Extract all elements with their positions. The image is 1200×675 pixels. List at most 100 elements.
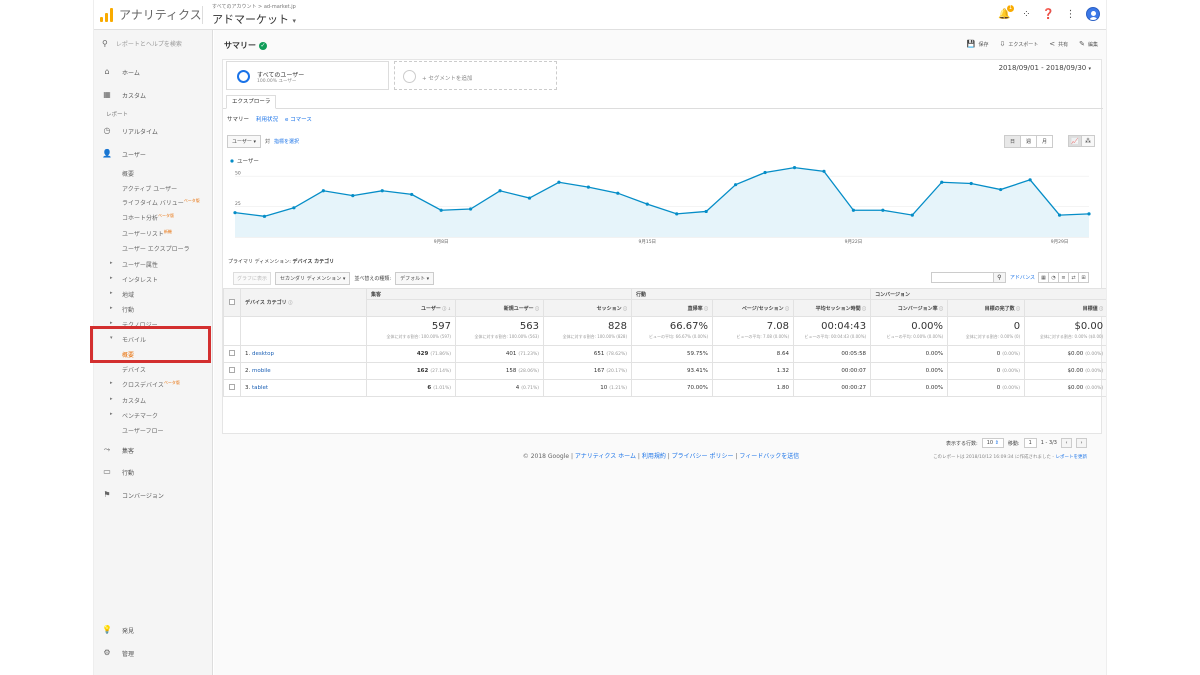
search-icon[interactable]: ⚲ bbox=[992, 273, 1005, 282]
sidebar-item-realtime[interactable]: ◷ リアルタイム bbox=[102, 126, 158, 136]
column-header[interactable]: コンバージョン率 ⓘ bbox=[870, 299, 949, 317]
sidebar-item-acquisition[interactable]: ⤳ 集客 bbox=[102, 445, 134, 455]
sidebar-item-behavior[interactable]: ▭ 行動 bbox=[102, 467, 134, 477]
secondary-dimension-dropdown[interactable]: セカンダリ ディメンション ▾ bbox=[275, 272, 351, 285]
tab-explorer[interactable]: エクスプローラ bbox=[226, 95, 277, 109]
table-group-row: デバイス カテゴリ ⓘ 集客 行動 コンバージョン bbox=[223, 288, 1106, 317]
line-chart-icon[interactable]: 📈 bbox=[1068, 135, 1082, 147]
column-header[interactable]: 目標値 ⓘ bbox=[1024, 299, 1106, 317]
table-search-input[interactable]: ⚲ bbox=[930, 272, 1006, 283]
total-subtext: ビューの平均: 0.00% (0.00%) bbox=[886, 334, 944, 339]
more-vert-icon[interactable]: ⋮ bbox=[1064, 8, 1077, 21]
column-header[interactable]: 平均セッション時間 ⓘ bbox=[793, 299, 872, 317]
device-link[interactable]: tablet bbox=[252, 385, 268, 391]
sidebar-sub-interests[interactable]: インタレスト bbox=[110, 275, 158, 284]
sidebar-item-custom[interactable]: ▦ カスタム bbox=[102, 90, 146, 100]
app-name[interactable]: アナリティクス bbox=[119, 6, 202, 23]
sidebar-sub-cohort[interactable]: コホート分析ベータ版 bbox=[122, 213, 174, 222]
period-week[interactable]: 週 bbox=[1019, 135, 1037, 148]
footer-link-privacy[interactable]: プライバシー ポリシー bbox=[672, 453, 734, 460]
column-header[interactable]: 目標の完了数 ⓘ bbox=[947, 299, 1026, 317]
sidebar-sub-users-flow[interactable]: ユーザーフロー bbox=[122, 426, 164, 435]
data-point bbox=[557, 180, 561, 184]
select-metric-link[interactable]: 指標を選択 bbox=[274, 138, 299, 145]
column-header[interactable]: 直帰率 ⓘ bbox=[631, 299, 714, 317]
table-body: 597 全体に対する割合: 100.00% (597) 563 全体に対する割合: 1… bbox=[223, 316, 1106, 397]
column-header[interactable]: ページ/セッション ⓘ bbox=[712, 299, 795, 317]
row-checkbox[interactable] bbox=[229, 350, 235, 356]
account-breadcrumb[interactable]: すべてのアカウント > ad-market.jp bbox=[212, 3, 296, 10]
device-link[interactable]: desktop bbox=[252, 351, 274, 357]
plot-rows-button[interactable]: グラフに表示 bbox=[233, 272, 272, 285]
sidebar-sub-user-list[interactable]: ユーザーリスト新機 bbox=[122, 229, 172, 238]
segment-all-users[interactable]: すべてのユーザー 100.00% ユーザー bbox=[226, 61, 389, 90]
goto-page-input[interactable]: 1 bbox=[1023, 438, 1037, 448]
date-range-text: 2018/09/01 - 2018/09/30 bbox=[998, 64, 1087, 72]
pivot-view-icon[interactable]: ⊞ bbox=[1078, 272, 1089, 283]
metric-percent: (27.14%) bbox=[430, 369, 451, 374]
add-segment-button[interactable]: + セグメントを追加 bbox=[394, 61, 557, 90]
sidebar-sub-cross-device[interactable]: クロスデバイスベータ版 bbox=[110, 380, 180, 389]
footer-link-feedback[interactable]: フィードバックを送信 bbox=[739, 453, 799, 460]
sidebar-sub-behavior[interactable]: 行動 bbox=[110, 305, 134, 314]
select-all-checkbox[interactable] bbox=[229, 298, 235, 305]
column-header[interactable]: ユーザー ⓘ ↓ bbox=[366, 299, 456, 317]
sidebar-sub-lifetime-value[interactable]: ライフタイム バリューベータ版 bbox=[122, 198, 200, 207]
analytics-logo-icon[interactable] bbox=[100, 8, 114, 22]
subtab-usage[interactable]: 利用状況 bbox=[256, 115, 278, 123]
new-badge: 新機 bbox=[163, 229, 172, 234]
sidebar-item-users[interactable]: 👤 ユーザー bbox=[102, 149, 146, 159]
data-point bbox=[704, 209, 708, 214]
subtab-ecommerce[interactable]: e コマース bbox=[285, 115, 312, 123]
prev-page-button[interactable]: ‹ bbox=[1061, 438, 1072, 448]
advanced-filter-link[interactable]: アドバンス bbox=[1010, 274, 1035, 281]
column-header[interactable]: 新規ユーザー ⓘ bbox=[455, 299, 544, 317]
row-checkbox[interactable] bbox=[229, 367, 235, 373]
sidebar-item-conversions[interactable]: ⚑ コンバージョン bbox=[102, 490, 163, 500]
footer-link-home[interactable]: アナリティクス ホーム bbox=[575, 453, 636, 460]
save-button[interactable]: 💾 保存 bbox=[967, 40, 989, 48]
metric-percent: (28.06%) bbox=[518, 369, 539, 374]
sidebar-sub-demographics[interactable]: ユーザー属性 bbox=[110, 260, 158, 269]
share-button[interactable]: < 共有 bbox=[1049, 40, 1068, 48]
sidebar-sub-benchmark[interactable]: ベンチマーク bbox=[110, 411, 158, 420]
row-checkbox[interactable] bbox=[229, 384, 235, 390]
device-link[interactable]: mobile bbox=[252, 368, 271, 374]
sidebar-sub-user-explorer[interactable]: ユーザー エクスプローラ bbox=[122, 244, 190, 253]
sidebar-sub-geo[interactable]: 地域 bbox=[110, 290, 134, 299]
primary-dim-value[interactable]: デバイス カテゴリ bbox=[293, 259, 335, 265]
sidebar-sub-custom[interactable]: カスタム bbox=[110, 396, 146, 405]
footer-link-terms[interactable]: 利用規約 bbox=[642, 453, 666, 460]
metric-cell: $0.00 (0.00%) bbox=[1024, 379, 1106, 397]
column-header[interactable]: セッション ⓘ bbox=[542, 299, 633, 317]
metric-dropdown[interactable]: ユーザー ▾ bbox=[227, 135, 262, 148]
export-button[interactable]: ⇩ エクスポート bbox=[999, 40, 1038, 48]
bell-icon[interactable]: 🔔 1 bbox=[998, 4, 1014, 21]
motion-chart-icon[interactable]: ⁂ bbox=[1081, 135, 1095, 147]
totals-cell: 00:04:43 ビューの平均: 00:04:43 (0.00%) bbox=[793, 316, 872, 346]
sidebar-item-home[interactable]: ⌂ ホーム bbox=[102, 67, 139, 77]
metric-value: $0.00 bbox=[1067, 385, 1084, 391]
date-range-picker[interactable]: 2018/09/01 - 2018/09/30 ▾ bbox=[999, 64, 1091, 72]
apps-grid-icon[interactable]: ⁘ bbox=[1020, 8, 1033, 21]
sidebar-search[interactable]: ⚲ レポートとヘルプを検索 bbox=[102, 39, 182, 48]
metric-percent: (71.23%) bbox=[518, 352, 539, 357]
subtab-summary[interactable]: サマリー bbox=[227, 115, 249, 123]
sidebar-sub-overview[interactable]: 概要 bbox=[122, 169, 134, 178]
avatar[interactable] bbox=[1086, 7, 1100, 21]
edit-button[interactable]: ✎ 編集 bbox=[1079, 40, 1098, 48]
sidebar-item-discover[interactable]: 💡 発見 bbox=[102, 625, 134, 635]
page-range: 1 - 3/3 bbox=[1040, 440, 1057, 446]
rows-per-page-select[interactable]: 10 ⇕ bbox=[981, 438, 1004, 448]
sidebar-sub-active-users[interactable]: アクティブ ユーザー bbox=[122, 184, 177, 193]
period-day[interactable]: 日 bbox=[1003, 135, 1021, 148]
sort-dropdown[interactable]: デフォルト ▾ bbox=[395, 272, 435, 285]
next-page-button[interactable]: › bbox=[1076, 438, 1087, 448]
period-month[interactable]: 月 bbox=[1035, 135, 1053, 148]
sidebar-sub-devices[interactable]: デバイス bbox=[122, 365, 146, 374]
account-selector[interactable]: アドマーケット ▾ bbox=[212, 11, 296, 27]
sidebar-item-admin[interactable]: ⚙ 管理 bbox=[102, 648, 134, 658]
sidebar-item-label: 行動 bbox=[122, 469, 135, 477]
help-icon[interactable]: ❓ bbox=[1042, 8, 1055, 21]
dimension-header[interactable]: デバイス カテゴリ ⓘ bbox=[240, 288, 367, 317]
